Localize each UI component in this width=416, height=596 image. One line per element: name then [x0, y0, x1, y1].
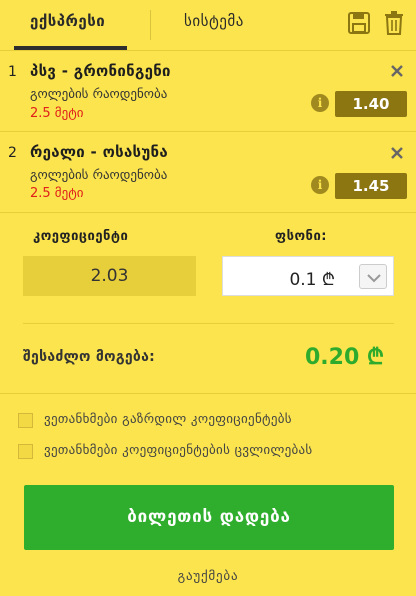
divider — [0, 393, 416, 394]
tab-system[interactable]: სისტემა — [184, 12, 244, 30]
possible-win-value: 0.20 ₾ — [305, 345, 384, 370]
cancel-link[interactable]: გაუქმება — [0, 569, 416, 584]
stake-amount: 0.1 ₾ — [289, 270, 335, 290]
info-icon[interactable]: i — [311, 176, 329, 194]
bet-match-title: პსვ - გრონინგენი — [30, 62, 171, 80]
accept-higher-odds-label[interactable]: ვეთანხმები გაზრდილ კოეფიციენტებს — [44, 412, 292, 427]
place-bet-button[interactable]: ბილეთის დადება — [24, 485, 394, 550]
tab-express[interactable]: ექსპრესი — [30, 12, 105, 30]
divider — [0, 131, 416, 132]
odds-value: 1.40 — [335, 91, 407, 117]
betslip-tabs: ექსპრესი სისტემა — [0, 0, 416, 50]
close-icon[interactable] — [390, 146, 404, 160]
bet-pick: 2.5 მეტი — [30, 186, 84, 201]
divider — [0, 50, 416, 51]
bet-match-title: რეალი - ოსასუნა — [30, 143, 168, 161]
odds-value: 1.45 — [335, 173, 407, 199]
stake-input[interactable]: 0.1 ₾ — [222, 256, 394, 296]
possible-win-label: შესაძლო მოგება: — [23, 349, 156, 365]
stake-dropdown[interactable] — [359, 264, 387, 289]
accept-higher-odds-checkbox[interactable] — [18, 413, 33, 428]
accept-odds-change-checkbox[interactable] — [18, 444, 33, 459]
bet-market: გოლების რაოდენობა — [30, 168, 168, 183]
divider — [23, 323, 394, 324]
bet-number: 1 — [8, 64, 17, 80]
info-icon[interactable]: i — [311, 94, 329, 112]
trash-icon[interactable] — [384, 11, 404, 35]
total-coefficient: 2.03 — [23, 256, 196, 296]
stake-label: ფსონი: — [275, 229, 327, 244]
chevron-down-icon — [367, 274, 381, 283]
accept-odds-change-label[interactable]: ვეთანხმები კოეფიციენტების ცვლილებას — [44, 443, 313, 458]
bet-pick: 2.5 მეტი — [30, 106, 84, 121]
coefficient-label: კოეფიციენტი — [33, 229, 129, 244]
tab-divider — [150, 10, 151, 40]
close-icon[interactable] — [390, 64, 404, 78]
divider — [0, 212, 416, 213]
bet-number: 2 — [8, 145, 17, 161]
save-icon[interactable] — [348, 12, 370, 34]
bet-market: გოლების რაოდენობა — [30, 87, 168, 102]
